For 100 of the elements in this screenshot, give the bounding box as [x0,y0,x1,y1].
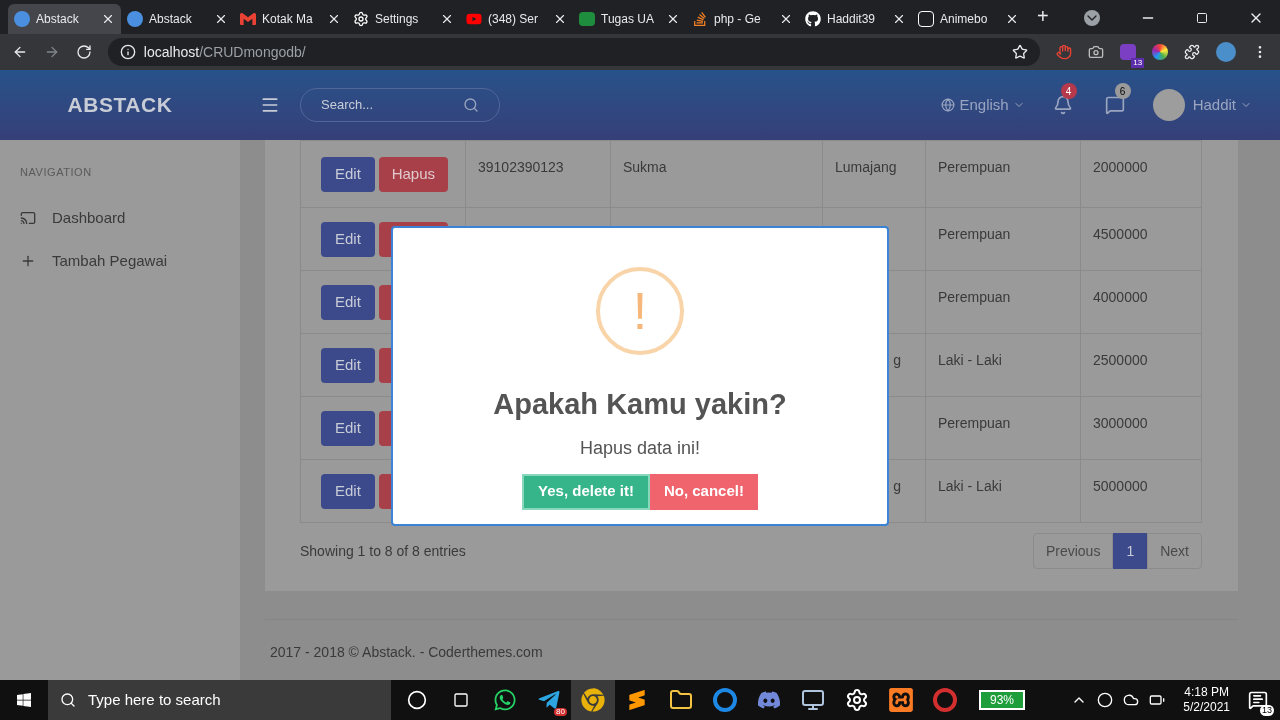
hand-icon[interactable] [1056,44,1073,60]
footer-text: 2017 - 2018 © Abstack. - Coderthemes.com [270,644,543,660]
dialog-title: Apakah Kamu yakin? [493,387,787,422]
chat-app-icon[interactable] [493,688,517,712]
taskbar-search-field[interactable]: Type here to search [48,680,391,720]
edit-button[interactable]: Edit [321,410,375,446]
color-wheel-icon[interactable] [1152,44,1169,60]
edit-button[interactable]: Edit [321,156,375,192]
battery-indicator: 93% [979,690,1025,710]
bookmark-star-icon[interactable] [1012,44,1029,60]
editor-icon[interactable] [627,690,647,710]
tab-search-icon[interactable] [1084,10,1100,26]
notification-count: 13 [1260,704,1274,716]
menu-icon[interactable] [260,95,280,115]
browser-tab[interactable]: Abstack [8,4,121,34]
close-icon[interactable] [327,12,341,26]
classroom-icon [579,12,595,26]
tab-title: Abstack [36,11,79,28]
chat-bubble-icon[interactable] [1104,95,1125,115]
table-cell-text: g [893,477,901,496]
edit-button[interactable]: Edit [321,347,375,383]
table-cell: 3000000 [1093,415,1148,431]
mail-icon [240,11,256,27]
user-avatar[interactable] [1152,89,1185,121]
settings-icon[interactable] [845,688,869,712]
extensions-icon[interactable] [1184,44,1201,60]
tab-title: Kotak Ma [262,11,313,28]
stack-icon [692,11,708,27]
extension-badge: 13 [1131,58,1145,68]
edit-button[interactable]: Edit [321,221,375,257]
delete-button[interactable]: Hapus [378,156,448,192]
table-cell: 2000000 [1093,159,1148,175]
user-menu[interactable]: Haddit [1192,93,1236,117]
back-icon[interactable] [12,44,28,60]
restore-icon[interactable] [1196,12,1208,24]
table-cell: 5000000 [1093,478,1148,494]
tab-title: (348) Ser [488,11,539,28]
url-text: localhost/CRUDmongodb/ [143,42,306,62]
edit-button[interactable]: Edit [321,473,375,509]
table-cell: Perempuan [938,226,1011,242]
cancel-button[interactable]: No, cancel! [649,473,758,510]
close-icon[interactable] [440,12,454,26]
pagination-button[interactable]: 1 [1113,533,1148,569]
pagination-button[interactable]: Previous [1032,533,1114,569]
search-placeholder: Type here to search [88,689,221,710]
table-cell-text: g [893,351,901,370]
cloud-icon[interactable] [1123,692,1140,708]
camera-icon[interactable] [1088,44,1105,60]
gear-icon [353,11,369,27]
table-cell: 39102390123 [478,159,564,175]
table-cell: 4500000 [1093,226,1148,242]
pagination-button[interactable]: Next [1147,533,1202,569]
profile-avatar[interactable] [1216,42,1237,62]
windows-icon[interactable] [16,692,32,708]
address-bar[interactable]: localhost/CRUDmongodb/ [107,38,1041,66]
plus-icon [20,253,36,269]
close-icon[interactable] [892,12,906,26]
cortana-icon[interactable] [407,690,427,710]
table-cell-text: Lumajang [835,158,897,177]
close-icon[interactable] [1005,12,1019,26]
close-icon[interactable] [666,12,680,26]
tab-title: Animebo [940,11,988,28]
search-icon [60,692,76,708]
close-icon[interactable] [553,12,567,26]
new-tab-button[interactable]: + [1037,2,1049,30]
screen-icon [20,210,36,226]
monitor-icon[interactable] [801,688,825,712]
tab-title: Haddit39 [827,11,876,28]
anime-site-icon [918,11,934,27]
tab-title: Settings [375,11,419,28]
play-icon [466,11,482,27]
task-view-icon[interactable] [453,690,469,710]
info-icon[interactable] [119,44,136,60]
sidebar-heading: NAVIGATION [20,165,93,180]
close-icon[interactable] [101,12,115,26]
app-badge: 80 [554,708,567,716]
search-icon[interactable] [463,97,479,113]
brand-logo[interactable]: ABSTACK [67,89,173,121]
server-icon[interactable] [889,688,913,712]
notification-bell-icon[interactable] [1052,95,1073,115]
network-app-icon[interactable] [713,688,737,712]
browser-icon[interactable] [581,688,605,712]
table-cell: Perempuan [938,415,1011,431]
tab-title: Abstack [149,11,192,28]
close-icon[interactable] [214,12,228,26]
edit-button[interactable]: Edit [321,284,375,320]
battery-icon[interactable] [1149,692,1166,708]
folder-icon[interactable] [669,688,693,712]
table-cell: Laki - Laki [938,478,1002,494]
warning-icon: ! [596,267,684,355]
app-logo-icon [14,11,30,27]
github-icon [805,11,821,27]
record-icon[interactable] [933,688,957,712]
clock-time[interactable]: 4:18 PM [1184,685,1229,700]
close-icon[interactable] [779,12,793,26]
language-selector[interactable]: English [959,93,1009,117]
clock-date[interactable]: 5/2/2021 [1183,700,1230,715]
reload-icon[interactable] [75,44,92,60]
table-cell: Sukma [623,159,667,175]
entries-info: Showing 1 to 8 of 8 entries [300,541,466,561]
